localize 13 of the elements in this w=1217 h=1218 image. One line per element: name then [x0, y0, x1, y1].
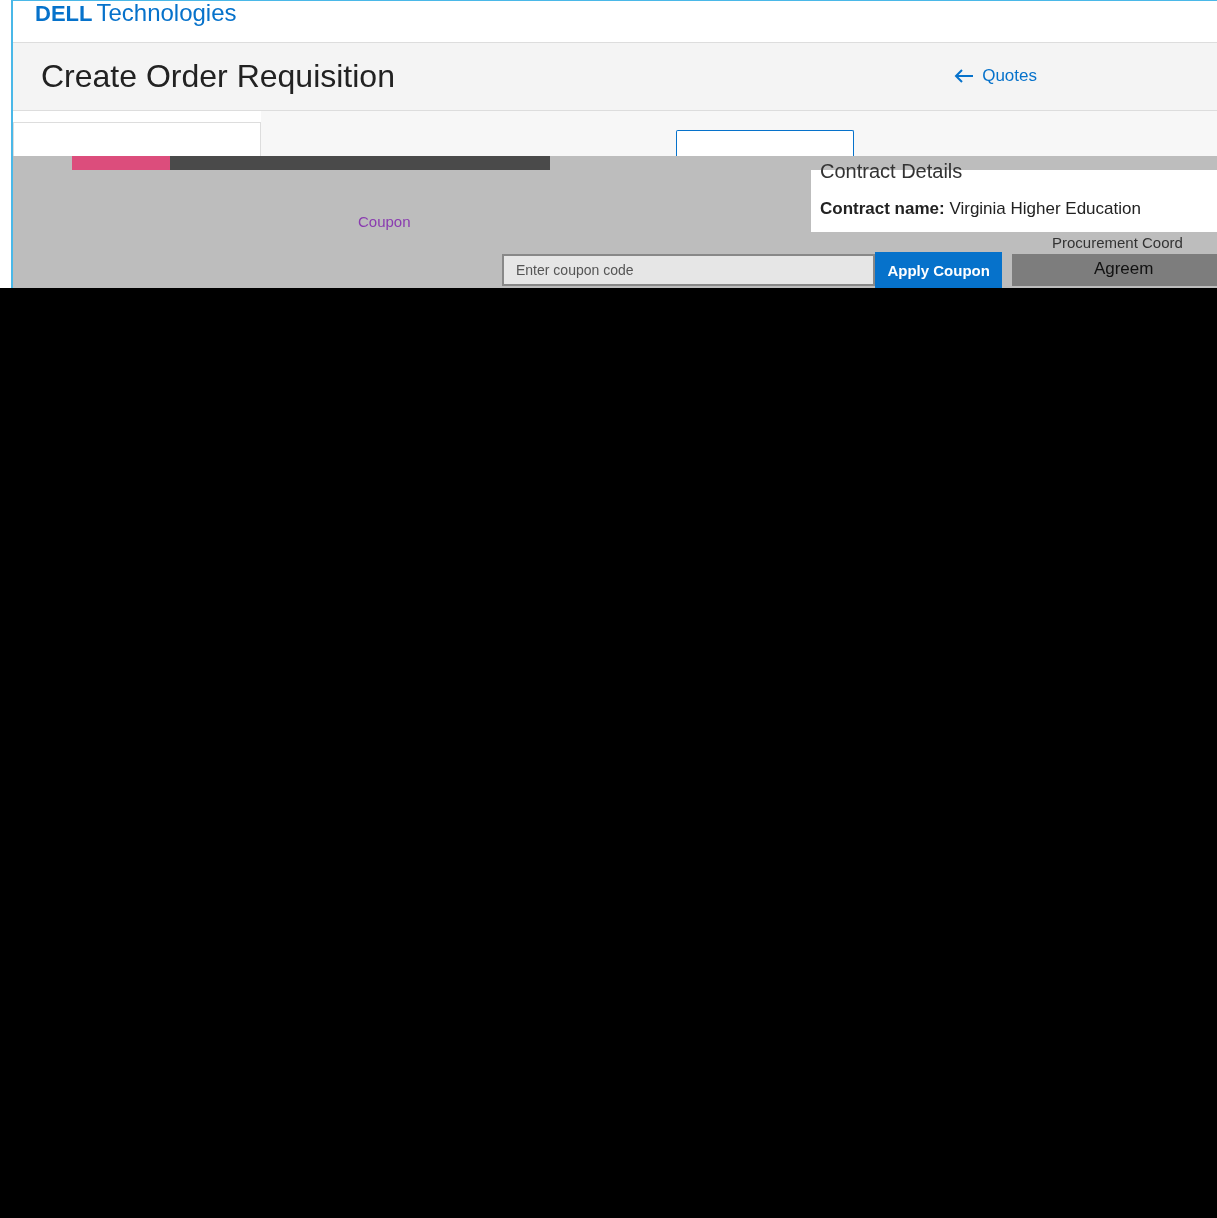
- apply-coupon-button[interactable]: Apply Coupon: [875, 252, 1002, 288]
- company-logo[interactable]: DELL Technologies: [35, 0, 237, 27]
- coupon-field[interactable]: Enter coupon code: [502, 254, 876, 286]
- panel-heading: Contract Details: [820, 160, 964, 183]
- coupon-label: Coupon: [358, 213, 412, 232]
- agreement-label: Agreem: [1093, 259, 1155, 279]
- back-arrow-icon: [954, 69, 975, 84]
- outline-button[interactable]: [676, 130, 854, 156]
- input-field[interactable]: [13, 122, 261, 156]
- page-title: Create Order Requisition: [41, 57, 395, 95]
- back-link[interactable]: Quotes: [954, 66, 1037, 87]
- contract-name: Contract name: Virginia Higher Education: [820, 199, 1142, 219]
- procurement-label: Procurement Coord: [1052, 233, 1184, 251]
